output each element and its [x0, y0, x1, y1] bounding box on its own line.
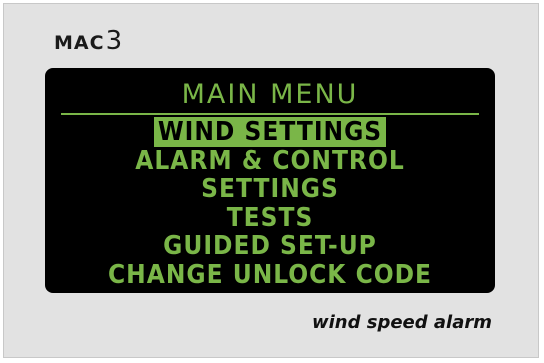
device-panel: MAC 3 MAIN MENU WIND SETTINGS ALARM & CO… [3, 3, 539, 358]
main-menu-list: WIND SETTINGS ALARM & CONTROL SETTINGS T… [45, 117, 495, 290]
menu-item-label: TESTS [226, 202, 314, 233]
menu-item-label: ALARM & CONTROL [135, 145, 405, 176]
device-logo: MAC 3 [54, 26, 123, 56]
menu-item-wind-settings[interactable]: WIND SETTINGS [45, 117, 495, 147]
menu-item-label: WIND SETTINGS [153, 117, 387, 147]
logo-brand: MAC [54, 32, 105, 54]
menu-item-settings[interactable]: SETTINGS [45, 175, 495, 204]
menu-item-label: GUIDED SET-UP [163, 231, 377, 261]
menu-item-guided-setup[interactable]: GUIDED SET-UP [45, 232, 495, 261]
lcd-screen: MAIN MENU WIND SETTINGS ALARM & CONTROL … [45, 68, 495, 293]
menu-item-label: SETTINGS [201, 174, 339, 204]
menu-item-label: CHANGE UNLOCK CODE [107, 259, 433, 290]
title-divider [61, 113, 479, 115]
product-tagline: wind speed alarm [311, 312, 492, 333]
menu-title: MAIN MENU [181, 79, 359, 110]
logo-model-number: 3 [105, 26, 124, 56]
menu-item-tests[interactable]: TESTS [45, 204, 495, 233]
menu-item-change-unlock-code[interactable]: CHANGE UNLOCK CODE [45, 261, 495, 290]
menu-item-alarm-control[interactable]: ALARM & CONTROL [45, 147, 495, 176]
